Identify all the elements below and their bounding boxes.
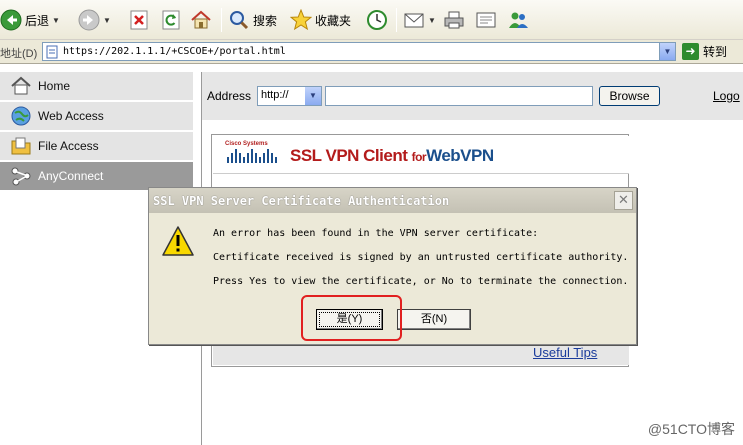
- home-icon: [191, 10, 211, 29]
- forward-button[interactable]: ▼: [78, 6, 111, 34]
- sidebar-item-home[interactable]: Home: [0, 72, 193, 101]
- favorites-label: 收藏夹: [315, 13, 352, 28]
- messenger-button[interactable]: [507, 6, 529, 34]
- history-button[interactable]: [366, 6, 388, 34]
- mail-icon: [404, 13, 424, 28]
- back-label: 后退: [25, 13, 50, 28]
- sidebar-item-label: Home: [38, 79, 71, 93]
- cisco-logo: Cisco Systems: [225, 141, 281, 169]
- banner-title-ssl: SSL VPN: [290, 146, 364, 165]
- dialog-title-text: SSL VPN Server Certificate Authenticatio…: [153, 194, 450, 208]
- mail-dropdown-icon[interactable]: ▼: [428, 16, 436, 25]
- search-label: 搜索: [253, 13, 278, 28]
- cisco-bridge-icon: [227, 149, 277, 163]
- search-icon: [230, 11, 249, 30]
- webvpn-address-bar: Address http:// ▼ Browse Logo: [202, 72, 743, 120]
- users-icon: [509, 12, 528, 28]
- go-label: 转到: [703, 45, 728, 59]
- home-button[interactable]: [190, 6, 212, 34]
- globe-icon: [11, 106, 31, 126]
- network-icon: [11, 167, 31, 186]
- edit-button[interactable]: [475, 6, 497, 34]
- back-button[interactable]: 后退 ▼: [0, 6, 60, 34]
- logout-link[interactable]: Logo: [713, 89, 740, 103]
- ssl-vpn-banner: Cisco Systems SSL VPN Client forWebVPN: [213, 136, 629, 174]
- sidebar-item-label: File Access: [38, 139, 99, 153]
- address-label: Address: [207, 89, 252, 103]
- go-button[interactable]: ➜ 转到: [682, 43, 727, 60]
- refresh-button[interactable]: [160, 6, 182, 34]
- protocol-value: http://: [261, 89, 289, 101]
- sidebar-item-label: Web Access: [38, 109, 104, 123]
- dialog-message-line-1: An error has been found in the VPN serve…: [213, 228, 539, 239]
- home-icon: [11, 76, 31, 95]
- toolbar-separator: [221, 8, 222, 32]
- go-arrow-icon: ➜: [682, 43, 699, 60]
- close-icon[interactable]: ✕: [614, 191, 633, 210]
- browser-address-bar: 地址(D) https://202.1.1.1/+CSCOE+/portal.h…: [0, 40, 743, 64]
- sidebar-item-web-access[interactable]: Web Access: [0, 102, 193, 131]
- watermark: @51CTO博客: [647, 421, 735, 437]
- banner-title-for: for: [411, 150, 427, 164]
- address-label: 地址(D): [0, 48, 38, 60]
- useful-tips-link[interactable]: Useful Tips: [533, 345, 597, 360]
- banner-title: SSL VPN Client forWebVPN: [290, 146, 494, 166]
- sidebar-item-label: AnyConnect: [38, 169, 104, 183]
- url-input[interactable]: https://202.1.1.1/+CSCOE+/portal.html ▼: [42, 42, 676, 61]
- history-icon: [367, 10, 387, 30]
- banner-title-webvpn: WebVPN: [426, 146, 494, 165]
- warning-icon: [162, 226, 194, 256]
- search-button[interactable]: 搜索: [228, 6, 277, 34]
- refresh-icon: [162, 10, 180, 30]
- toolbar-separator: [396, 8, 397, 32]
- stop-button[interactable]: [128, 6, 150, 34]
- dialog-title: SSL VPN Server Certificate Authenticatio…: [149, 188, 636, 213]
- folder-icon: [11, 137, 31, 155]
- back-dropdown-icon[interactable]: ▼: [52, 16, 60, 25]
- sidebar-item-file-access[interactable]: File Access: [0, 132, 193, 161]
- forward-dropdown-icon[interactable]: ▼: [103, 16, 111, 25]
- stop-icon: [130, 10, 148, 30]
- page-icon: [46, 45, 58, 58]
- highlight-annotation: [301, 295, 402, 341]
- star-icon: [290, 9, 312, 31]
- url-text: https://202.1.1.1/+CSCOE+/portal.html: [63, 46, 286, 57]
- printer-icon: [444, 11, 464, 29]
- mail-button[interactable]: ▼: [403, 6, 436, 34]
- chevron-down-icon[interactable]: ▼: [305, 87, 321, 105]
- dialog-message-line-2: Certificate received is signed by an unt…: [213, 252, 629, 263]
- no-button[interactable]: 否(N): [397, 309, 471, 330]
- banner-title-client: Client: [363, 146, 412, 165]
- browser-toolbar: 后退 ▼ ▼ 搜索 收藏夹 ▼: [0, 0, 743, 40]
- forward-arrow-icon: [78, 9, 100, 31]
- browse-button[interactable]: Browse: [599, 86, 660, 106]
- chevron-down-icon[interactable]: ▼: [659, 43, 675, 60]
- favorites-button[interactable]: 收藏夹: [290, 6, 351, 34]
- dialog-message-line-3: Press Yes to view the certificate, or No…: [213, 276, 629, 287]
- back-arrow-icon: [0, 9, 22, 31]
- protocol-select[interactable]: http:// ▼: [257, 86, 322, 106]
- print-button[interactable]: [443, 6, 465, 34]
- edit-page-icon: [476, 12, 496, 28]
- webvpn-url-input[interactable]: [325, 86, 593, 106]
